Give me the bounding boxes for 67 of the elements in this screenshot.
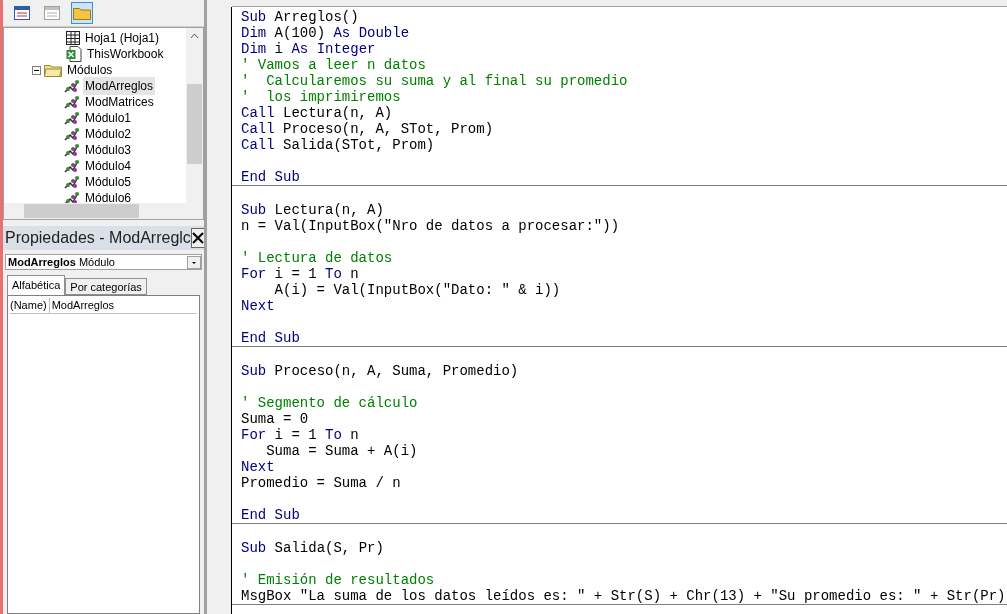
- code-line: Sub Salida(S, Pr): [241, 540, 384, 556]
- folder-icon: [73, 6, 91, 20]
- code-line: ' Calcularemos su suma y al final su promedio: [241, 73, 628, 89]
- code-line: Sub Lectura(n, A): [241, 202, 384, 218]
- code-line: ' Segmento de cálculo: [241, 395, 418, 411]
- module-icon: [64, 111, 80, 125]
- object-dropdown[interactable]: ModArreglos Módulo: [5, 254, 202, 270]
- module-icon: [64, 159, 80, 173]
- code-line: Suma = 0: [241, 411, 309, 427]
- tree-item[interactable]: Módulo2: [83, 125, 134, 143]
- sheet-icon: [66, 31, 80, 45]
- tree-item[interactable]: Módulo1: [83, 109, 134, 127]
- tree-item[interactable]: Módulo3: [83, 141, 134, 159]
- module-icon: [64, 95, 80, 109]
- tab[interactable]: Por categorías: [65, 278, 147, 295]
- module-icon: [64, 191, 80, 203]
- code-line: Call Lectura(n, A): [241, 105, 393, 121]
- property-name: (Name): [10, 298, 50, 313]
- tree-item[interactable]: Módulo4: [83, 157, 134, 175]
- module-icon: [64, 127, 80, 141]
- code-line: Sub Arreglos(): [241, 9, 359, 25]
- code-line: ' Vamos a leer n datos: [241, 57, 426, 73]
- horizontal-scrollbar[interactable]: [4, 203, 203, 219]
- code-line: Call Salida(STot, Prom): [241, 137, 435, 153]
- code-line: Dim i As Integer: [241, 41, 376, 57]
- code-line: MsgBox "La suma de los datos leídos es: " + Str(S) + Chr(13) + "Su promedio es: " + Str(Pr): [241, 588, 1006, 604]
- workbook-icon: [66, 46, 82, 62]
- code-line: n = Val(InputBox("Nro de datos a procesar:")): [241, 218, 620, 234]
- collapse-toggle[interactable]: [32, 65, 41, 75]
- code-view-icon: [14, 6, 30, 20]
- tree-item[interactable]: Módulo5: [83, 173, 134, 191]
- module-icon: [64, 175, 80, 189]
- code-line: Suma = Suma + A(i): [265, 443, 418, 459]
- module-icon: [64, 79, 80, 93]
- vertical-scrollbar[interactable]: [186, 28, 203, 203]
- code-line: End Sub: [241, 330, 300, 346]
- code-line: For i = 1 To n: [241, 427, 359, 443]
- code-line: Sub Proceso(n, A, Suma, Promedio): [241, 363, 519, 379]
- tree-item[interactable]: ModArreglos: [83, 77, 156, 95]
- code-line: End Sub: [241, 169, 300, 185]
- close-icon: [191, 232, 204, 244]
- toolbar-button[interactable]: [71, 2, 93, 24]
- code-line: ' Lectura de datos: [241, 250, 393, 266]
- tab[interactable]: Alfabética: [7, 275, 66, 295]
- tree-item[interactable]: Módulo6: [83, 189, 134, 203]
- code-line: Next: [241, 298, 275, 314]
- panel-title: Propiedades - ModArreglc: [4, 228, 191, 248]
- dropdown-value: ModArreglos Módulo: [7, 254, 115, 270]
- code-line: End Sub: [241, 507, 300, 523]
- code-line: ' los imprimiremos: [241, 89, 401, 105]
- code-line: For i = 1 To n: [241, 266, 359, 282]
- code-line: Promedio = Suma / n: [241, 475, 401, 491]
- close-button[interactable]: [190, 228, 205, 248]
- module-icon: [64, 143, 80, 157]
- property-value[interactable]: ModArreglos: [49, 298, 115, 313]
- code-line: Next: [241, 459, 275, 475]
- code-line: ' Emisión de resultados: [241, 572, 435, 588]
- tree-item[interactable]: ModMatrices: [83, 93, 156, 111]
- code-line: Dim A(100) As Double: [241, 25, 410, 41]
- tree-item[interactable]: ThisWorkbook: [85, 45, 166, 63]
- code-line: Call Proceso(n, A, STot, Prom): [241, 121, 494, 137]
- folder-icon: [44, 63, 62, 77]
- form-view-icon: [44, 6, 60, 20]
- tree-item[interactable]: Módulos: [65, 61, 115, 79]
- code-line: A(i) = Val(InputBox("Dato: " & i)): [273, 282, 561, 298]
- tree-item[interactable]: Hoja1 (Hoja1): [83, 29, 162, 47]
- code-editor[interactable]: [232, 7, 1007, 614]
